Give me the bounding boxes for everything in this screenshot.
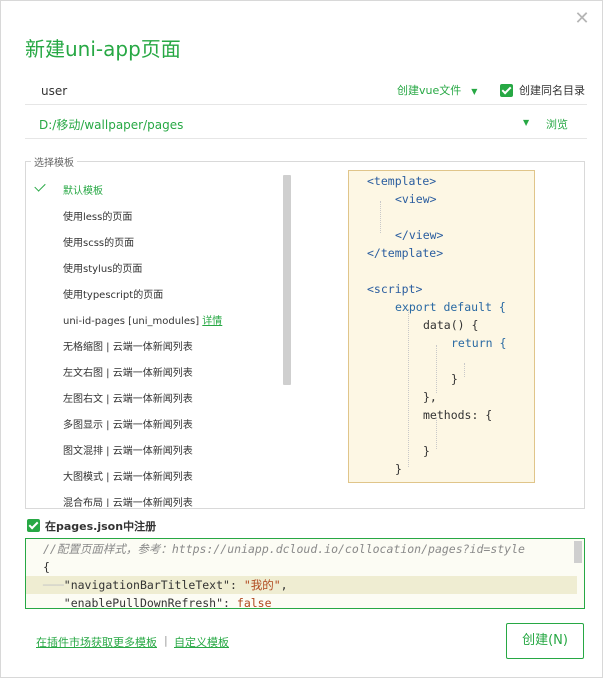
editor-line-pulldown: "enablePullDownRefresh": false	[63, 596, 272, 609]
editor-line-title: ───"navigationBarTitleText": "我的",	[26, 576, 577, 594]
template-item-less[interactable]: 使用less的页面	[63, 208, 132, 223]
template-item-news-img-left[interactable]: 左图右文 | 云端一体新闻列表	[63, 390, 193, 405]
new-page-dialog: ✕ 新建uni-app页面 创建vue文件 ▼ 创建同名目录 D:/移动/wall…	[0, 0, 603, 678]
code-line: return {	[451, 336, 507, 350]
custom-template-link[interactable]: 自定义模板	[174, 634, 229, 650]
template-detail-link[interactable]: 详情	[202, 316, 222, 327]
template-item-label: uni-id-pages [uni_modules]	[63, 316, 200, 327]
browse-button[interactable]: 浏览	[546, 116, 568, 132]
template-item-scss[interactable]: 使用scss的页面	[63, 234, 134, 249]
name-row: 创建vue文件 ▼ 创建同名目录	[25, 77, 587, 105]
plugin-market-link[interactable]: 在插件市场获取更多模板	[36, 634, 157, 650]
page-name-input[interactable]	[41, 81, 341, 101]
editor-value: false	[236, 596, 272, 609]
editor-key: "enablePullDownRefresh"	[63, 596, 224, 609]
code-line: <view>	[395, 192, 437, 206]
indent-guide	[380, 201, 381, 233]
template-item-news-noimg[interactable]: 无格缩图 | 云端一体新闻列表	[63, 338, 193, 353]
indent-guide	[464, 363, 465, 377]
register-pages-json-label[interactable]: 在pages.json中注册	[45, 518, 156, 534]
dialog-title: 新建uni-app页面	[25, 37, 181, 61]
indent-guide	[408, 309, 409, 467]
code-line: data() {	[423, 318, 479, 332]
code-line: </view>	[395, 228, 444, 242]
template-item-typescript[interactable]: 使用typescript的页面	[63, 286, 163, 301]
create-button[interactable]: 创建(N)	[506, 623, 584, 659]
indent-guide	[436, 345, 437, 393]
code-line: },	[423, 390, 437, 404]
template-preview: <template> <view> </view> </template> <s…	[348, 170, 535, 483]
editor-comment-line: //配置页面样式，参考：https://uniapp.dcloud.io/col…	[43, 542, 525, 556]
register-pages-json-checkbox[interactable]	[27, 519, 40, 532]
code-line: }	[423, 444, 430, 458]
editor-brace-line: {	[43, 560, 50, 574]
code-line: <template>	[367, 174, 437, 188]
file-type-select[interactable]: 创建vue文件 ▼	[397, 82, 477, 98]
create-dir-checkbox[interactable]	[500, 84, 513, 97]
editor-value: "我的"	[243, 578, 281, 592]
code-line: methods: {	[423, 408, 493, 422]
template-list-scrollbar[interactable]	[283, 175, 291, 385]
template-list: 默认模板 使用less的页面 使用scss的页面 使用stylus的页面 使用t…	[25, 174, 287, 507]
template-item-default[interactable]: 默认模板	[63, 182, 103, 197]
template-item-news-big-img[interactable]: 大图模式 | 云端一体新闻列表	[63, 468, 193, 483]
template-item-stylus[interactable]: 使用stylus的页面	[63, 260, 142, 275]
editor-scrollbar[interactable]	[574, 541, 582, 563]
template-item-news-mixed[interactable]: 图文混排 | 云端一体新闻列表	[63, 442, 193, 457]
footer-separator: |	[164, 634, 168, 647]
code-line: export default {	[395, 300, 506, 314]
code-line: }	[451, 372, 458, 386]
template-item-news-multi-img[interactable]: 多图显示 | 云端一体新闻列表	[63, 416, 193, 431]
create-dir-label[interactable]: 创建同名目录	[519, 82, 585, 98]
chevron-down-icon: ▼	[471, 87, 478, 96]
code-line: }	[395, 462, 402, 476]
code-line: </template>	[367, 246, 444, 260]
checkmark-icon	[34, 180, 46, 192]
path-row: D:/移动/wallpaper/pages ▼ 浏览	[25, 109, 587, 139]
template-item-uni-id-pages[interactable]: uni-id-pages [uni_modules] 详情	[63, 312, 222, 327]
pages-json-editor[interactable]: //配置页面样式，参考：https://uniapp.dcloud.io/col…	[25, 538, 585, 609]
path-select[interactable]: D:/移动/wallpaper/pages	[39, 116, 183, 133]
template-item-news-text-left[interactable]: 左文右图 | 云端一体新闻列表	[63, 364, 193, 379]
file-type-label: 创建vue文件	[397, 84, 462, 97]
chevron-down-icon[interactable]: ▼	[523, 118, 529, 127]
template-item-news-mixed-layout[interactable]: 混合布局 | 云端一体新闻列表	[63, 494, 193, 507]
close-icon[interactable]: ✕	[572, 9, 592, 29]
template-group-legend: 选择模板	[31, 154, 77, 169]
editor-key: "navigationBarTitleText"	[63, 578, 230, 592]
code-line: <script>	[367, 282, 423, 296]
